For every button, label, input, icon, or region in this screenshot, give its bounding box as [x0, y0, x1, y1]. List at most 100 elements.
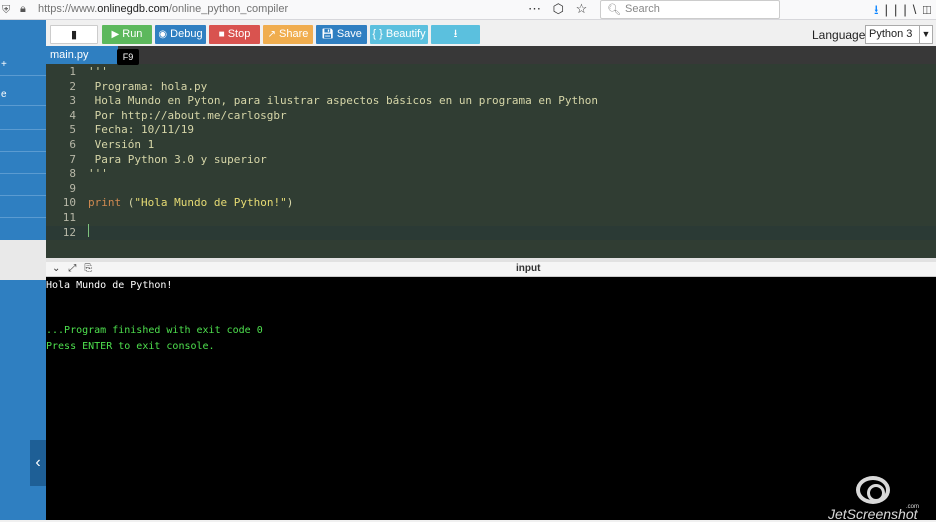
- debug-icon: ◉: [158, 29, 168, 40]
- new-file-button[interactable]: ▮: [50, 25, 98, 44]
- code-line: 9: [46, 182, 936, 197]
- watermark-logo-icon: [856, 476, 890, 504]
- chevron-down-icon: ▼: [919, 26, 932, 43]
- debug-label: Debug: [170, 28, 203, 40]
- console-output[interactable]: Hola Mundo de Python! ...Program finishe…: [46, 277, 936, 520]
- code-punctuation: (: [121, 196, 135, 210]
- code-text: Por http://about.me/carlosgbr: [88, 108, 287, 122]
- beautify-button[interactable]: { } Beautify: [370, 25, 428, 44]
- stop-icon: ■: [218, 29, 225, 40]
- url-path: /online_python_compiler: [168, 3, 289, 15]
- code-text: Para Python 3.0 y superior: [88, 152, 267, 166]
- share-button[interactable]: ↗ Share: [263, 25, 313, 44]
- library-icon[interactable]: |||\: [885, 2, 923, 17]
- code-line: 12: [46, 225, 936, 241]
- play-icon: ▶: [111, 29, 120, 40]
- code-line: 4 Por http://about.me/carlosgbr: [46, 109, 936, 124]
- line-number: 8: [69, 167, 76, 181]
- url-domain: onlinegdb.com: [97, 3, 169, 15]
- io-title: input: [516, 263, 541, 274]
- star-icon[interactable]: ☆: [576, 1, 592, 16]
- lock-icon[interactable]: 🔒︎: [20, 3, 26, 16]
- code-line: 10 print ("Hola Mundo de Python!"): [46, 196, 936, 211]
- code-text: ''': [88, 65, 108, 78]
- line-number: 5: [69, 123, 76, 137]
- line-number: 4: [69, 108, 76, 122]
- address-bar[interactable]: https://www.onlinegdb.com/online_python_…: [38, 3, 288, 15]
- code-line: 7 Para Python 3.0 y superior: [46, 153, 936, 168]
- code-string: "Hola Mundo de Python!": [134, 196, 287, 210]
- code-text: print ("Hola Mundo de Python!"): [88, 196, 293, 211]
- code-editor[interactable]: 1 ''' 2 Programa: hola.py 3 Hola Mundo en P…: [46, 64, 936, 258]
- save-icon: 💾︎: [321, 29, 334, 40]
- sidebar-item[interactable]: e: [0, 84, 46, 106]
- code-line: 11: [46, 211, 936, 226]
- sidebar-item[interactable]: +: [0, 54, 46, 76]
- search-input[interactable]: 🔍︎ Search: [600, 0, 780, 19]
- code-line: 1 ''': [46, 65, 936, 80]
- pocket-icon[interactable]: ⬡: [553, 1, 568, 16]
- line-number: 7: [69, 152, 76, 166]
- run-button[interactable]: ▶ Run: [102, 25, 152, 44]
- copy-icon[interactable]: ⎘: [84, 263, 100, 274]
- save-button[interactable]: 💾︎ Save: [316, 25, 367, 44]
- sidebar-item[interactable]: [0, 174, 46, 196]
- line-number: 10: [62, 196, 76, 210]
- code-text: ''': [88, 167, 108, 181]
- console-program-output: Hola Mundo de Python!: [46, 280, 173, 291]
- code-line: 2 Programa: hola.py: [46, 80, 936, 95]
- io-icons: ⌄⤢⎘: [52, 263, 100, 274]
- download-icon: ⭳: [453, 28, 458, 40]
- shield-icon[interactable]: ⛨: [2, 3, 14, 17]
- line-number: 12: [62, 225, 76, 239]
- debug-button[interactable]: ◉ Debug: [155, 25, 206, 44]
- sidebar-item[interactable]: [0, 130, 46, 152]
- code-line: 5 Fecha: 10/11/19: [46, 123, 936, 138]
- language-value: Python 3: [869, 28, 913, 40]
- watermark: JetScreenshot .com: [828, 476, 934, 522]
- language-label: Language: [812, 28, 866, 42]
- sidebar-item[interactable]: [0, 196, 46, 218]
- url-prefix: https://www.: [38, 3, 98, 15]
- line-number: 1: [69, 65, 76, 78]
- sidebar-icon[interactable]: ◫: [922, 2, 936, 17]
- expand-icon[interactable]: ⤢: [68, 263, 84, 274]
- sidebar-item[interactable]: [0, 108, 46, 130]
- code-text: Versión 1: [88, 138, 155, 151]
- code-line: 8 ''': [46, 167, 936, 182]
- more-icon[interactable]: ⋯: [528, 1, 545, 16]
- chevron-down-icon[interactable]: ⌄: [52, 263, 68, 274]
- beautify-label: { } Beautify: [372, 28, 426, 40]
- stop-label: Stop: [227, 28, 251, 40]
- io-header: ⌄⤢⎘ input: [46, 262, 936, 277]
- console-exit-message: ...Program finished with exit code 0: [46, 325, 263, 336]
- language-select[interactable]: Python 3 ▼: [865, 25, 933, 44]
- tab-main-py[interactable]: main.py: [46, 46, 118, 64]
- collapse-sidebar-button[interactable]: ‹: [30, 440, 46, 486]
- file-icon: ▮: [70, 29, 78, 41]
- line-number: 9: [69, 181, 76, 195]
- editor-toolbar: ▮ ▶ Run ◉ Debug ■ Stop ↗ Share 💾︎ Save { } Be…: [46, 20, 936, 46]
- left-sidebar: + e ‹: [0, 20, 46, 520]
- save-label: Save: [336, 28, 362, 40]
- code-line: 6 Versión 1: [46, 138, 936, 153]
- chevron-left-icon: ‹: [35, 454, 41, 471]
- share-label: Share: [279, 28, 309, 40]
- browser-toolbar: ⛨ 🔒︎ https://www.onlinegdb.com/online_py…: [0, 0, 936, 20]
- line-number: 11: [62, 211, 76, 224]
- code-keyword: print: [88, 196, 122, 210]
- code-line: 3 Hola Mundo en Pyton, para ilustrar asp…: [46, 94, 936, 109]
- stop-button[interactable]: ■ Stop: [209, 25, 260, 44]
- line-number: 3: [69, 94, 76, 108]
- share-icon: ↗: [267, 29, 277, 40]
- console-press-enter: Press ENTER to exit console.: [46, 341, 215, 352]
- run-shortcut-tooltip: F9: [117, 49, 139, 65]
- download-button[interactable]: ⭳: [431, 25, 480, 44]
- search-icon: 🔍︎: [607, 4, 621, 16]
- search-placeholder: Search: [625, 3, 660, 15]
- line-number: 2: [69, 79, 76, 93]
- sidebar-item[interactable]: [0, 152, 46, 174]
- page-actions: ⋯ ⬡ ☆: [528, 1, 591, 17]
- download-icon[interactable]: ⭳: [874, 2, 885, 17]
- code-text: Programa: hola.py: [88, 79, 208, 93]
